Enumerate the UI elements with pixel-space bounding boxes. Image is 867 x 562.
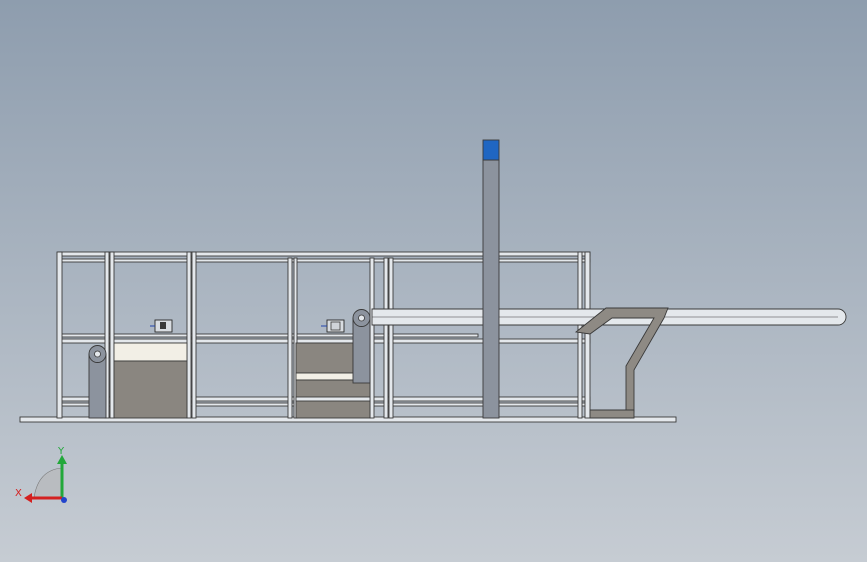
- left-roller[interactable]: [88, 345, 107, 419]
- triad-plane: [33, 467, 63, 499]
- orientation-triad[interactable]: X Y: [15, 446, 67, 503]
- triad-x-label: X: [15, 488, 22, 499]
- cad-viewport[interactable]: X Y: [0, 0, 867, 562]
- vertical-column[interactable]: [482, 139, 500, 419]
- sensor-box-left[interactable]: [150, 319, 173, 333]
- feeder-belt-arm[interactable]: [352, 309, 371, 384]
- triad-x-arrow-icon: [24, 493, 32, 503]
- sensor-box-center[interactable]: [321, 319, 345, 333]
- assembly-view[interactable]: X Y: [0, 0, 867, 562]
- triad-y-label: Y: [57, 446, 65, 457]
- triad-z-axis: [61, 497, 67, 503]
- left-cabinet[interactable]: [113, 342, 188, 419]
